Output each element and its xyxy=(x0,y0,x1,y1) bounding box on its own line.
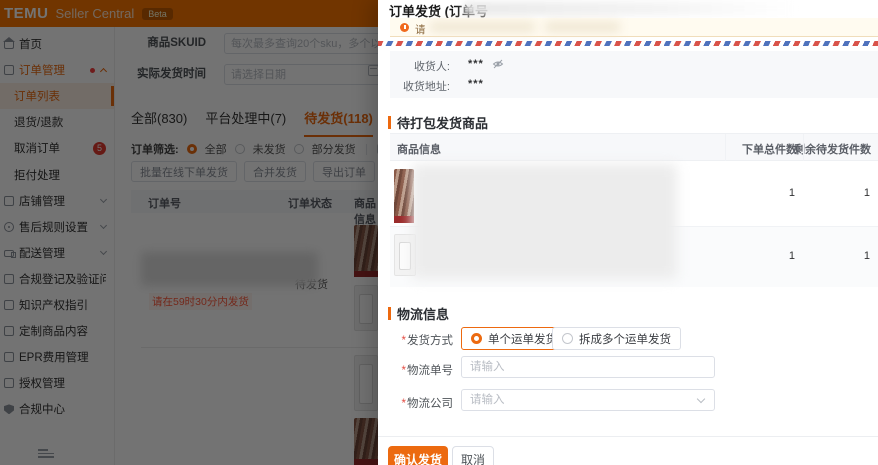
logistics-company-select[interactable] xyxy=(461,389,715,411)
section-accent-bar xyxy=(388,116,391,129)
total-qty-value: 1 xyxy=(789,250,795,262)
logistics-company-label: *物流公司 xyxy=(378,395,453,411)
app-window: TEMU Seller Central Beta 首页 订单管理 订单列表 退货… xyxy=(0,0,878,465)
modal-overlay[interactable] xyxy=(0,0,378,465)
cancel-button[interactable]: 取消 xyxy=(452,446,494,465)
address-value: *** xyxy=(468,78,484,90)
footer-divider xyxy=(378,436,878,437)
ship-method-split-option[interactable]: 拆成多个运单发货 xyxy=(552,327,681,350)
total-qty-value: 1 xyxy=(789,187,795,199)
alert-icon xyxy=(400,23,409,32)
product-thumbnail xyxy=(394,169,414,223)
col-total-qty: 下单总件数 xyxy=(742,141,797,157)
address-box: 收货人: *** 收货地址: *** xyxy=(390,51,878,98)
confirm-ship-button[interactable]: 确认发货 xyxy=(388,446,448,465)
redacted-notice-text xyxy=(545,22,620,32)
drawer-items-table: 商品信息 下单总件数 剩余待发货件数 1 1 1 1 xyxy=(390,133,878,286)
notice-bar: 请 xyxy=(390,18,878,37)
redacted-order-id xyxy=(464,2,794,15)
remaining-qty-value: 1 xyxy=(864,187,870,199)
col-remaining-qty: 剩余待发货件数 xyxy=(794,141,871,157)
tracking-number-input[interactable] xyxy=(461,356,715,378)
ship-method-label: *发货方式 xyxy=(378,332,453,348)
address-label: 收货地址: xyxy=(390,78,450,94)
logistics-section-header: 物流信息 xyxy=(388,304,449,323)
col-product-info: 商品信息 xyxy=(397,141,441,157)
section-accent-bar xyxy=(388,307,391,320)
eye-off-icon[interactable] xyxy=(492,58,504,70)
receiver-label: 收货人: xyxy=(390,58,450,74)
radio-off-icon xyxy=(562,333,573,344)
items-table-header: 商品信息 下单总件数 剩余待发货件数 xyxy=(390,134,878,161)
receiver-value: *** xyxy=(468,58,484,70)
airmail-stripe-divider xyxy=(378,41,878,46)
redacted-notice-text xyxy=(430,22,535,32)
ship-order-drawer: 订单发货 (订单号 请 收货人: *** 收货地址: *** 待打包发货商品 xyxy=(378,0,878,465)
redacted-product-info xyxy=(412,164,677,279)
remaining-qty-value: 1 xyxy=(864,250,870,262)
notice-text: 请 xyxy=(415,22,426,37)
tracking-number-label: *物流单号 xyxy=(378,362,453,378)
package-section-header: 待打包发货商品 xyxy=(388,113,488,132)
radio-on-icon xyxy=(471,333,482,344)
